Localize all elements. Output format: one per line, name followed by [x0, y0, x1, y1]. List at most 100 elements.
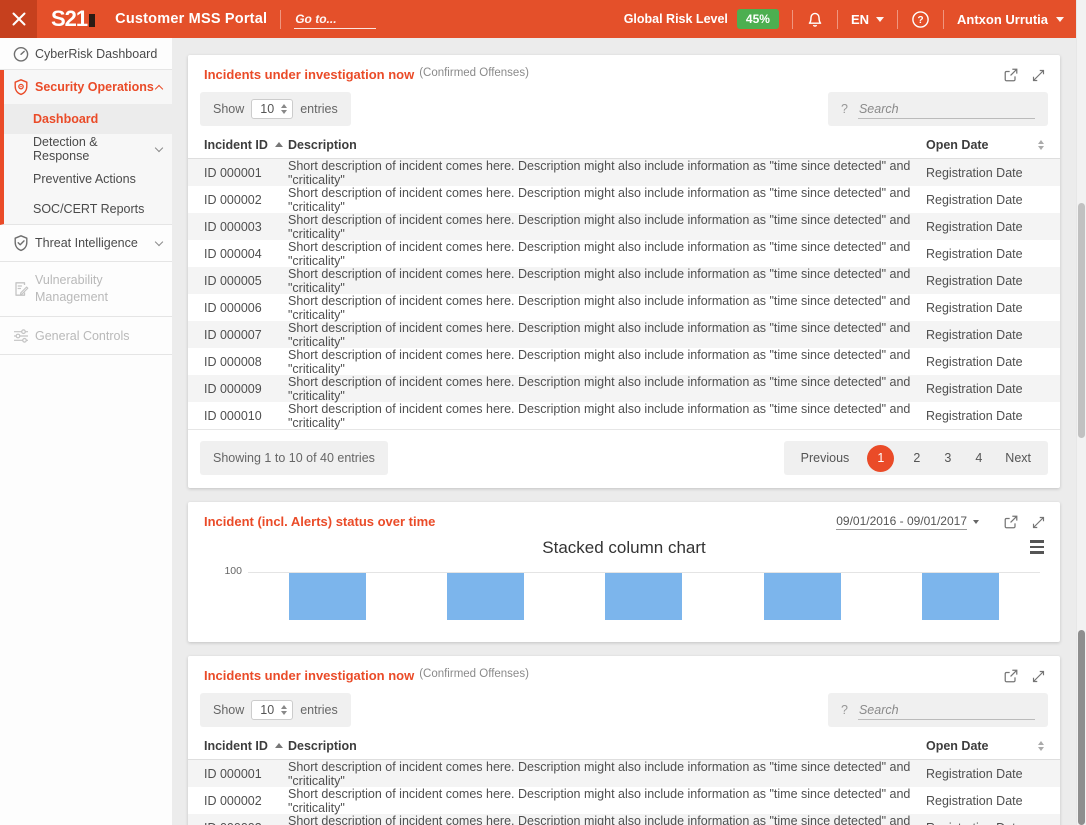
chart-bar[interactable]	[605, 573, 682, 620]
incident-id-cell: ID 000001	[204, 166, 288, 180]
sidebar-item-label: Vulnerability Management	[35, 272, 162, 306]
chart-bar[interactable]	[289, 573, 366, 620]
sidebar-item-label: General Controls	[35, 329, 130, 343]
sidebar-item-general-controls[interactable]: General Controls	[0, 317, 172, 355]
user-name: Antxon Urrutia	[957, 12, 1048, 27]
sidebar-item-dashboard[interactable]: Dashboard	[4, 104, 172, 134]
page-number-button[interactable]: 2	[901, 445, 932, 472]
language-selector[interactable]: EN	[851, 12, 884, 27]
column-header-incident-id[interactable]: Incident ID	[204, 739, 288, 753]
sidebar-group-security-operations: Security Operations Dashboard Detection …	[0, 70, 172, 225]
expand-button[interactable]	[1031, 68, 1046, 83]
search-input[interactable]	[858, 701, 1035, 720]
previous-page-button[interactable]: Previous	[790, 451, 861, 465]
export-button[interactable]	[1003, 668, 1019, 684]
incident-row[interactable]: ID 000002 Short description of incident …	[188, 186, 1060, 213]
scrollbar-thumb[interactable]	[1078, 203, 1085, 438]
incident-description-cell: Short description of incident comes here…	[288, 294, 926, 322]
goto-input[interactable]	[294, 10, 376, 29]
page-length-select[interactable]: 10	[251, 700, 293, 720]
sidebar-item-security-operations[interactable]: Security Operations	[4, 70, 172, 104]
column-header-open-date[interactable]: Open Date	[926, 739, 1044, 753]
incidents-card-bottom: Incidents under investigation now (Confi…	[188, 656, 1060, 825]
incident-row[interactable]: ID 000006 Short description of incident …	[188, 294, 1060, 321]
incident-id-cell: ID 000004	[204, 247, 288, 261]
page-number-button[interactable]: 1	[867, 445, 894, 472]
incident-open-date-cell: Registration Date	[926, 166, 1044, 180]
incident-description-cell: Short description of incident comes here…	[288, 267, 926, 295]
export-button[interactable]	[1003, 67, 1019, 83]
expand-icon	[1031, 515, 1046, 530]
incident-open-date-cell: Registration Date	[926, 382, 1044, 396]
column-header-incident-id[interactable]: Incident ID	[204, 138, 288, 152]
user-menu[interactable]: Antxon Urrutia	[957, 12, 1064, 27]
divider	[280, 10, 281, 29]
column-header-description[interactable]: Description	[288, 138, 926, 152]
incident-row[interactable]: ID 000010 Short description of incident …	[188, 402, 1060, 429]
table-header: Incident ID Description Open Date	[188, 732, 1060, 760]
main-content: Incidents under investigation now (Confi…	[172, 38, 1076, 825]
sidebar-item-soc-cert-reports[interactable]: SOC/CERT Reports	[4, 194, 172, 224]
sidebar-item-vulnerability-management[interactable]: Vulnerability Management	[0, 262, 172, 317]
sidebar-item-cyberrisk-dashboard[interactable]: CyberRisk Dashboard	[0, 38, 172, 70]
chart-bar[interactable]	[447, 573, 524, 620]
incident-row[interactable]: ID 000003 Short description of incident …	[188, 213, 1060, 240]
chart-menu-button[interactable]	[1030, 540, 1044, 554]
scrollbar-thumb-secondary[interactable]	[1078, 630, 1085, 825]
sidebar-item-preventive-actions[interactable]: Preventive Actions	[4, 164, 172, 194]
chart-bar[interactable]	[764, 573, 841, 620]
show-label: Show	[213, 703, 244, 717]
search-input[interactable]	[858, 100, 1035, 119]
incident-row[interactable]: ID 000002 Short description of incident …	[188, 787, 1060, 814]
close-icon	[11, 11, 27, 27]
incident-row[interactable]: ID 000009 Short description of incident …	[188, 375, 1060, 402]
incident-row[interactable]: ID 000005 Short description of incident …	[188, 267, 1060, 294]
incident-row[interactable]: ID 000004 Short description of incident …	[188, 240, 1060, 267]
incident-id-cell: ID 000006	[204, 301, 288, 315]
column-header-description[interactable]: Description	[288, 739, 926, 753]
page-scrollbar[interactable]	[1076, 0, 1086, 825]
export-button[interactable]	[1003, 514, 1019, 530]
incident-row[interactable]: ID 000008 Short description of incident …	[188, 348, 1060, 375]
expand-button[interactable]	[1031, 515, 1046, 530]
divider	[943, 10, 944, 29]
menu-close-button[interactable]	[0, 0, 37, 38]
incident-description-cell: Short description of incident comes here…	[288, 814, 926, 825]
incident-row[interactable]: ID 000001 Short description of incident …	[188, 760, 1060, 787]
page-length-select[interactable]: 10	[251, 99, 293, 119]
sidebar-item-label: Security Operations	[35, 80, 154, 94]
chart-bar[interactable]	[922, 573, 999, 620]
page-number-button[interactable]: 4	[963, 445, 994, 472]
svg-text:?: ?	[917, 15, 923, 26]
incident-row[interactable]: ID 000001 Short description of incident …	[188, 159, 1060, 186]
page-number-button[interactable]: 3	[932, 445, 963, 472]
brand-logo[interactable]: S21	[51, 9, 95, 29]
help-button[interactable]: ?	[911, 10, 930, 29]
entries-label: entries	[300, 703, 338, 717]
logo-sec-mark	[89, 14, 95, 27]
sidebar-item-detection-response[interactable]: Detection & Response	[4, 134, 172, 164]
y-axis-tick-label: 100	[216, 565, 242, 577]
column-header-open-date[interactable]: Open Date	[926, 138, 1044, 152]
divider	[837, 10, 838, 29]
sliders-icon	[12, 327, 30, 345]
sidebar: CyberRisk Dashboard Security Operations …	[0, 38, 172, 825]
incident-open-date-cell: Registration Date	[926, 767, 1044, 781]
shield-gear-icon	[12, 78, 30, 96]
sidebar-item-threat-intelligence[interactable]: Threat Intelligence	[0, 225, 172, 262]
incident-id-cell: ID 000009	[204, 382, 288, 396]
incident-row[interactable]: ID 000007 Short description of incident …	[188, 321, 1060, 348]
incident-description-cell: Short description of incident comes here…	[288, 402, 926, 430]
incident-row[interactable]: ID 000003 Short description of incident …	[188, 814, 1060, 825]
notifications-button[interactable]	[806, 10, 824, 28]
card-subtitle: (Confirmed Offenses)	[419, 67, 529, 79]
next-page-button[interactable]: Next	[994, 451, 1042, 465]
divider	[792, 10, 793, 29]
sidebar-item-label: SOC/CERT Reports	[33, 202, 144, 216]
incident-description-cell: Short description of incident comes here…	[288, 213, 926, 241]
date-range-selector[interactable]: 09/01/2016 - 09/01/2017	[836, 514, 979, 530]
sidebar-item-label: Preventive Actions	[33, 172, 136, 186]
sidebar-item-label: Detection & Response	[33, 135, 156, 163]
pagination: Previous 1 2 3 4 Next	[784, 441, 1048, 475]
expand-button[interactable]	[1031, 669, 1046, 684]
